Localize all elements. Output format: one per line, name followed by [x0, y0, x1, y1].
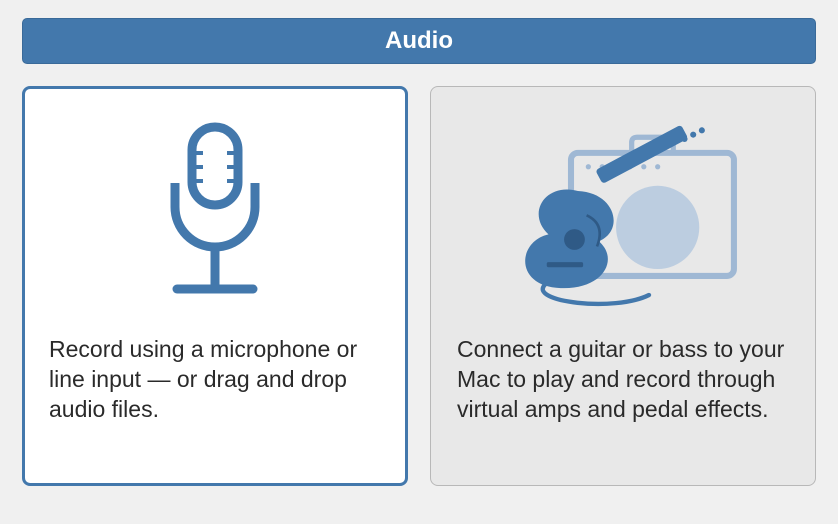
microphone-icon: [49, 107, 381, 327]
audio-header: Audio: [22, 18, 816, 64]
option-description: Record using a microphone or line input …: [49, 335, 381, 425]
option-guitar-amp[interactable]: Connect a guitar or bass to your Mac to …: [430, 86, 816, 486]
track-type-options: Record using a microphone or line input …: [22, 86, 816, 486]
option-microphone[interactable]: Record using a microphone or line input …: [22, 86, 408, 486]
guitar-amp-icon: [457, 107, 789, 327]
header-title: Audio: [385, 27, 453, 54]
option-description: Connect a guitar or bass to your Mac to …: [457, 335, 789, 425]
